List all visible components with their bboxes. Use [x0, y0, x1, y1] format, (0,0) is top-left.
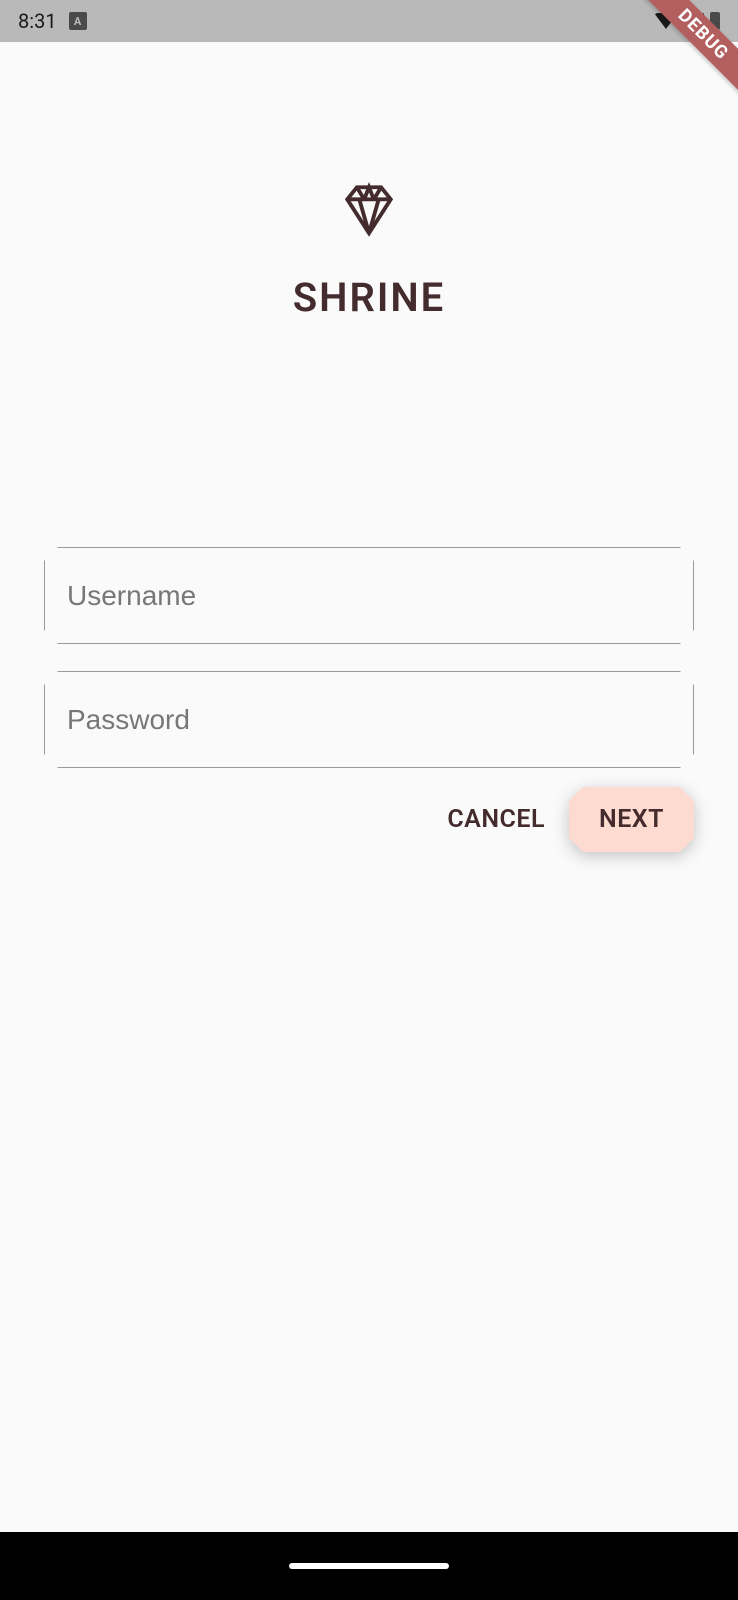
- button-row: CANCEL NEXT: [44, 787, 694, 852]
- login-screen: SHRINE CANCEL NEXT: [0, 42, 738, 852]
- login-form: CANCEL NEXT: [44, 547, 694, 852]
- status-left: 8:31 A: [18, 9, 87, 33]
- cancel-button[interactable]: CANCEL: [437, 787, 555, 852]
- status-time: 8:31: [18, 9, 57, 33]
- diamond-logo-icon: [340, 180, 398, 238]
- status-bar: 8:31 A: [0, 0, 738, 42]
- next-button[interactable]: NEXT: [569, 787, 694, 852]
- app-title: SHRINE: [293, 274, 446, 321]
- next-button-shadow-wrap: NEXT: [569, 787, 694, 852]
- username-input[interactable]: [44, 547, 694, 644]
- input-method-icon: A: [69, 12, 87, 30]
- logo-container: SHRINE: [293, 180, 446, 321]
- password-input[interactable]: [44, 671, 694, 768]
- nav-handle[interactable]: [289, 1563, 449, 1569]
- navigation-bar: [0, 1532, 738, 1600]
